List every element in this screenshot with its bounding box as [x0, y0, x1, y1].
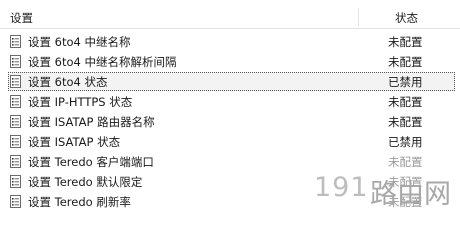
- setting-state: 未配置: [388, 155, 423, 169]
- watermark-text: 路由网: [370, 179, 451, 210]
- setting-state: 未配置: [388, 115, 423, 129]
- list-item[interactable]: 设置 IP-HTTPS 状态 未配置: [8, 92, 455, 111]
- policy-setting-icon: [10, 115, 21, 128]
- list-item[interactable]: 设置 ISATAP 状态 已禁用: [8, 132, 455, 151]
- policy-setting-icon: [10, 175, 21, 188]
- column-header-setting[interactable]: 设置: [10, 10, 33, 26]
- column-divider[interactable]: [358, 8, 359, 26]
- policy-setting-icon: [10, 75, 21, 88]
- setting-state: 未配置: [388, 95, 423, 109]
- setting-name: 设置 6to4 状态: [28, 75, 108, 89]
- setting-state: 已禁用: [388, 75, 423, 89]
- setting-name: 设置 Teredo 客户端端口: [28, 155, 154, 169]
- watermark-logo: 191 路由网: [314, 170, 460, 210]
- setting-name: 设置 ISATAP 路由器名称: [28, 115, 155, 129]
- setting-name: 设置 Teredo 刷新率: [28, 195, 131, 209]
- policy-setting-icon: [10, 35, 21, 48]
- setting-state: 已禁用: [388, 135, 423, 149]
- setting-state: 未配置: [388, 55, 423, 69]
- watermark-number: 191: [314, 172, 369, 203]
- list-item[interactable]: 设置 6to4 中继名称 未配置: [8, 32, 455, 51]
- setting-name: 设置 6to4 中继名称: [28, 35, 131, 49]
- policy-setting-icon: [10, 55, 21, 68]
- setting-name: 设置 ISATAP 状态: [28, 135, 121, 149]
- list-item[interactable]: 设置 Teredo 客户端端口 未配置: [8, 152, 455, 171]
- list-item[interactable]: 设置 6to4 中继名称解析间隔 未配置: [8, 52, 455, 71]
- list-item[interactable]: 设置 ISATAP 路由器名称 未配置: [8, 112, 455, 131]
- policy-setting-icon: [10, 135, 21, 148]
- policy-setting-icon: [10, 155, 21, 168]
- column-header-state[interactable]: 状态: [395, 10, 418, 26]
- setting-name: 设置 Teredo 默认限定: [28, 175, 143, 189]
- setting-name: 设置 IP-HTTPS 状态: [28, 95, 133, 109]
- setting-name: 设置 6to4 中继名称解析间隔: [28, 55, 177, 69]
- setting-state: 未配置: [388, 35, 423, 49]
- list-item[interactable]: 设置 6to4 状态 已禁用: [8, 72, 455, 91]
- policy-setting-icon: [10, 195, 21, 208]
- list-header: 设置 状态: [0, 6, 460, 29]
- policy-setting-icon: [10, 95, 21, 108]
